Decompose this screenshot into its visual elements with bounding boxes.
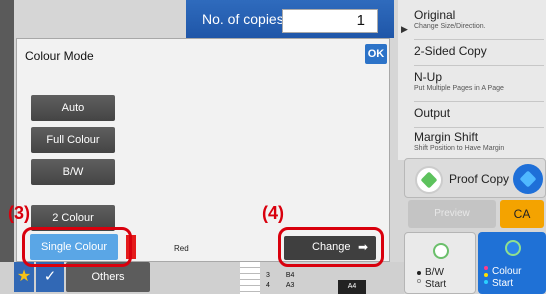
ca-button[interactable]: CA (500, 200, 544, 228)
cyan-dot-icon (484, 280, 488, 284)
highlight-change (278, 227, 384, 267)
menu-item-output[interactable]: Output (414, 106, 544, 128)
white-dot-icon (417, 279, 421, 283)
start-diamond-icon (513, 164, 543, 194)
proof-copy-icon (415, 166, 443, 194)
menu-item-subtitle: Change Size/Direction. (414, 23, 486, 30)
proof-copy-label: Proof Copy (449, 172, 510, 186)
mode-full-colour-button[interactable]: Full Colour (31, 127, 115, 153)
highlight-single-colour (22, 227, 132, 267)
menu-item-subtitle: Put Multiple Pages in A Page (414, 85, 504, 92)
colour-start-button[interactable]: Colour Start (478, 232, 546, 294)
tray-row: 4 A3 (266, 282, 294, 289)
left-edge-panel (0, 0, 14, 294)
tray-size: A3 (285, 282, 295, 289)
menu-item-title: Original (414, 8, 456, 22)
menu-item-margin-shift[interactable]: Margin Shift Shift Position to Have Marg… (414, 130, 544, 158)
copier-screen: No. of copies 1 ▶ Original Change Size/D… (0, 0, 546, 294)
colour-start-label: Colour Start (492, 266, 521, 290)
colour-start-line1: Colour (492, 266, 522, 277)
side-menu-arrow-icon[interactable]: ▶ (401, 24, 408, 35)
yellow-dot-icon (484, 273, 488, 277)
menu-item-title: Output (414, 106, 451, 120)
copies-bar: No. of copies 1 (186, 0, 394, 38)
start-icon (433, 243, 449, 259)
proof-copy-button[interactable]: Proof Copy (404, 158, 546, 198)
tray-number: 3 (266, 272, 270, 279)
bw-start-line2: Start (425, 279, 447, 290)
step-3-label: (3) (8, 203, 30, 223)
paper-size-badge: A4 (338, 280, 366, 294)
black-dot-icon (417, 271, 421, 275)
menu-item-n-up[interactable]: N-Up Put Multiple Pages in A Page (414, 70, 544, 102)
tray-row: 3 B4 (266, 272, 294, 279)
selected-colour-label: Red (174, 244, 189, 253)
bw-start-label: B/W Start (425, 267, 446, 291)
mode-auto-button[interactable]: Auto (31, 95, 115, 121)
menu-item-2-sided-copy[interactable]: 2-Sided Copy (414, 44, 544, 66)
menu-item-subtitle: Shift Position to Have Margin (414, 145, 505, 152)
bw-start-button[interactable]: B/W Start (404, 232, 476, 294)
mode-bw-button[interactable]: B/W (31, 159, 115, 185)
magenta-dot-icon (484, 266, 488, 270)
menu-item-title: 2-Sided Copy (414, 44, 487, 58)
menu-item-title: Margin Shift (414, 130, 479, 144)
tray-number: 4 (266, 282, 270, 289)
ok-button[interactable]: OK (365, 44, 387, 64)
tray-size: B4 (285, 272, 295, 279)
dialog-title: Colour Mode (25, 49, 94, 63)
start-icon (505, 240, 521, 256)
colour-start-line2: Start (492, 278, 514, 289)
step-4-label: (4) (262, 203, 284, 223)
menu-item-original[interactable]: Original Change Size/Direction. (414, 8, 544, 40)
preview-button[interactable]: Preview (408, 200, 496, 228)
copies-input[interactable]: 1 (282, 9, 378, 33)
bw-start-line1: B/W (425, 267, 444, 278)
copies-label: No. of copies (202, 11, 284, 27)
menu-item-title: N-Up (414, 70, 443, 84)
